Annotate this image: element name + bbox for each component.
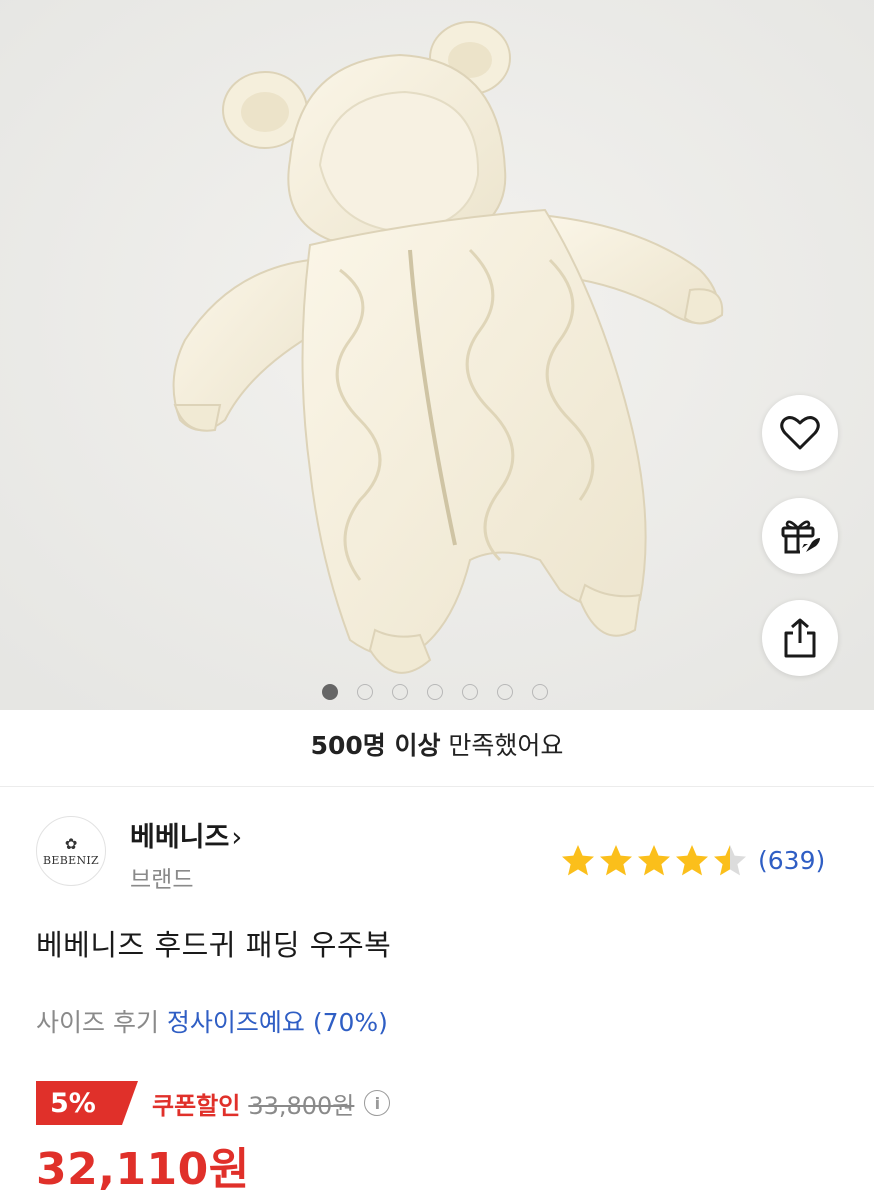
- brand-name: 베베니즈: [130, 822, 230, 853]
- gallery-dot[interactable]: [357, 684, 373, 700]
- discount-badge: 5%: [36, 1081, 138, 1125]
- final-price: 32,110원: [36, 1144, 250, 1195]
- star-rating: [560, 843, 748, 877]
- coupon-label: 쿠폰할인: [152, 1091, 241, 1120]
- original-price: 33,800원: [248, 1091, 355, 1120]
- product-title: 베베니즈 후드귀 패딩 우주복: [36, 928, 392, 962]
- gallery-dot[interactable]: [497, 684, 513, 700]
- brand-type-label: 브랜드: [130, 867, 194, 893]
- heart-icon: [780, 416, 820, 450]
- star-half-icon: [714, 845, 746, 876]
- chevron-right-icon: ›: [231, 822, 243, 853]
- satisfaction-banner: 500명 이상 만족했어요: [0, 726, 874, 762]
- review-count: (639): [758, 845, 826, 875]
- satisfaction-count: 500명 이상: [310, 731, 441, 760]
- size-review-label: 사이즈 후기: [36, 1008, 167, 1037]
- discount-row: 5% 쿠폰할인 33,800원 i: [36, 1081, 391, 1125]
- gallery-dot[interactable]: [392, 684, 408, 700]
- share-button[interactable]: [762, 600, 838, 676]
- size-review-link[interactable]: 사이즈 후기 정사이즈예요 (70%): [36, 1003, 388, 1039]
- gallery-dot[interactable]: [532, 684, 548, 700]
- star-full-icon: [562, 845, 594, 876]
- info-icon[interactable]: i: [364, 1090, 391, 1116]
- brand-name-link[interactable]: 베베니즈›: [130, 815, 242, 854]
- star-full-icon: [600, 845, 632, 876]
- size-review-value: 정사이즈예요 (70%): [166, 1008, 388, 1037]
- discount-percent: 5%: [50, 1087, 96, 1119]
- gallery-dot[interactable]: [427, 684, 443, 700]
- brand-logo-text: BEBENIZ: [43, 853, 99, 867]
- gallery-dot[interactable]: [462, 684, 478, 700]
- product-photo: [0, 0, 874, 710]
- share-icon: [784, 618, 816, 658]
- gift-button[interactable]: [762, 498, 838, 574]
- star-full-icon: [638, 845, 670, 876]
- gallery-dot[interactable]: [322, 684, 338, 700]
- satisfaction-text: 만족했어요: [440, 731, 564, 760]
- bee-icon: ✿: [64, 834, 78, 853]
- gift-icon: [781, 520, 820, 554]
- rating-summary[interactable]: (639): [560, 840, 825, 880]
- section-divider: [0, 786, 874, 787]
- wishlist-button[interactable]: [762, 395, 838, 471]
- gallery-pagination: [0, 683, 874, 701]
- brand-logo[interactable]: ✿ BEBENIZ: [36, 816, 106, 886]
- product-image-gallery[interactable]: [0, 0, 874, 710]
- star-full-icon: [676, 845, 708, 876]
